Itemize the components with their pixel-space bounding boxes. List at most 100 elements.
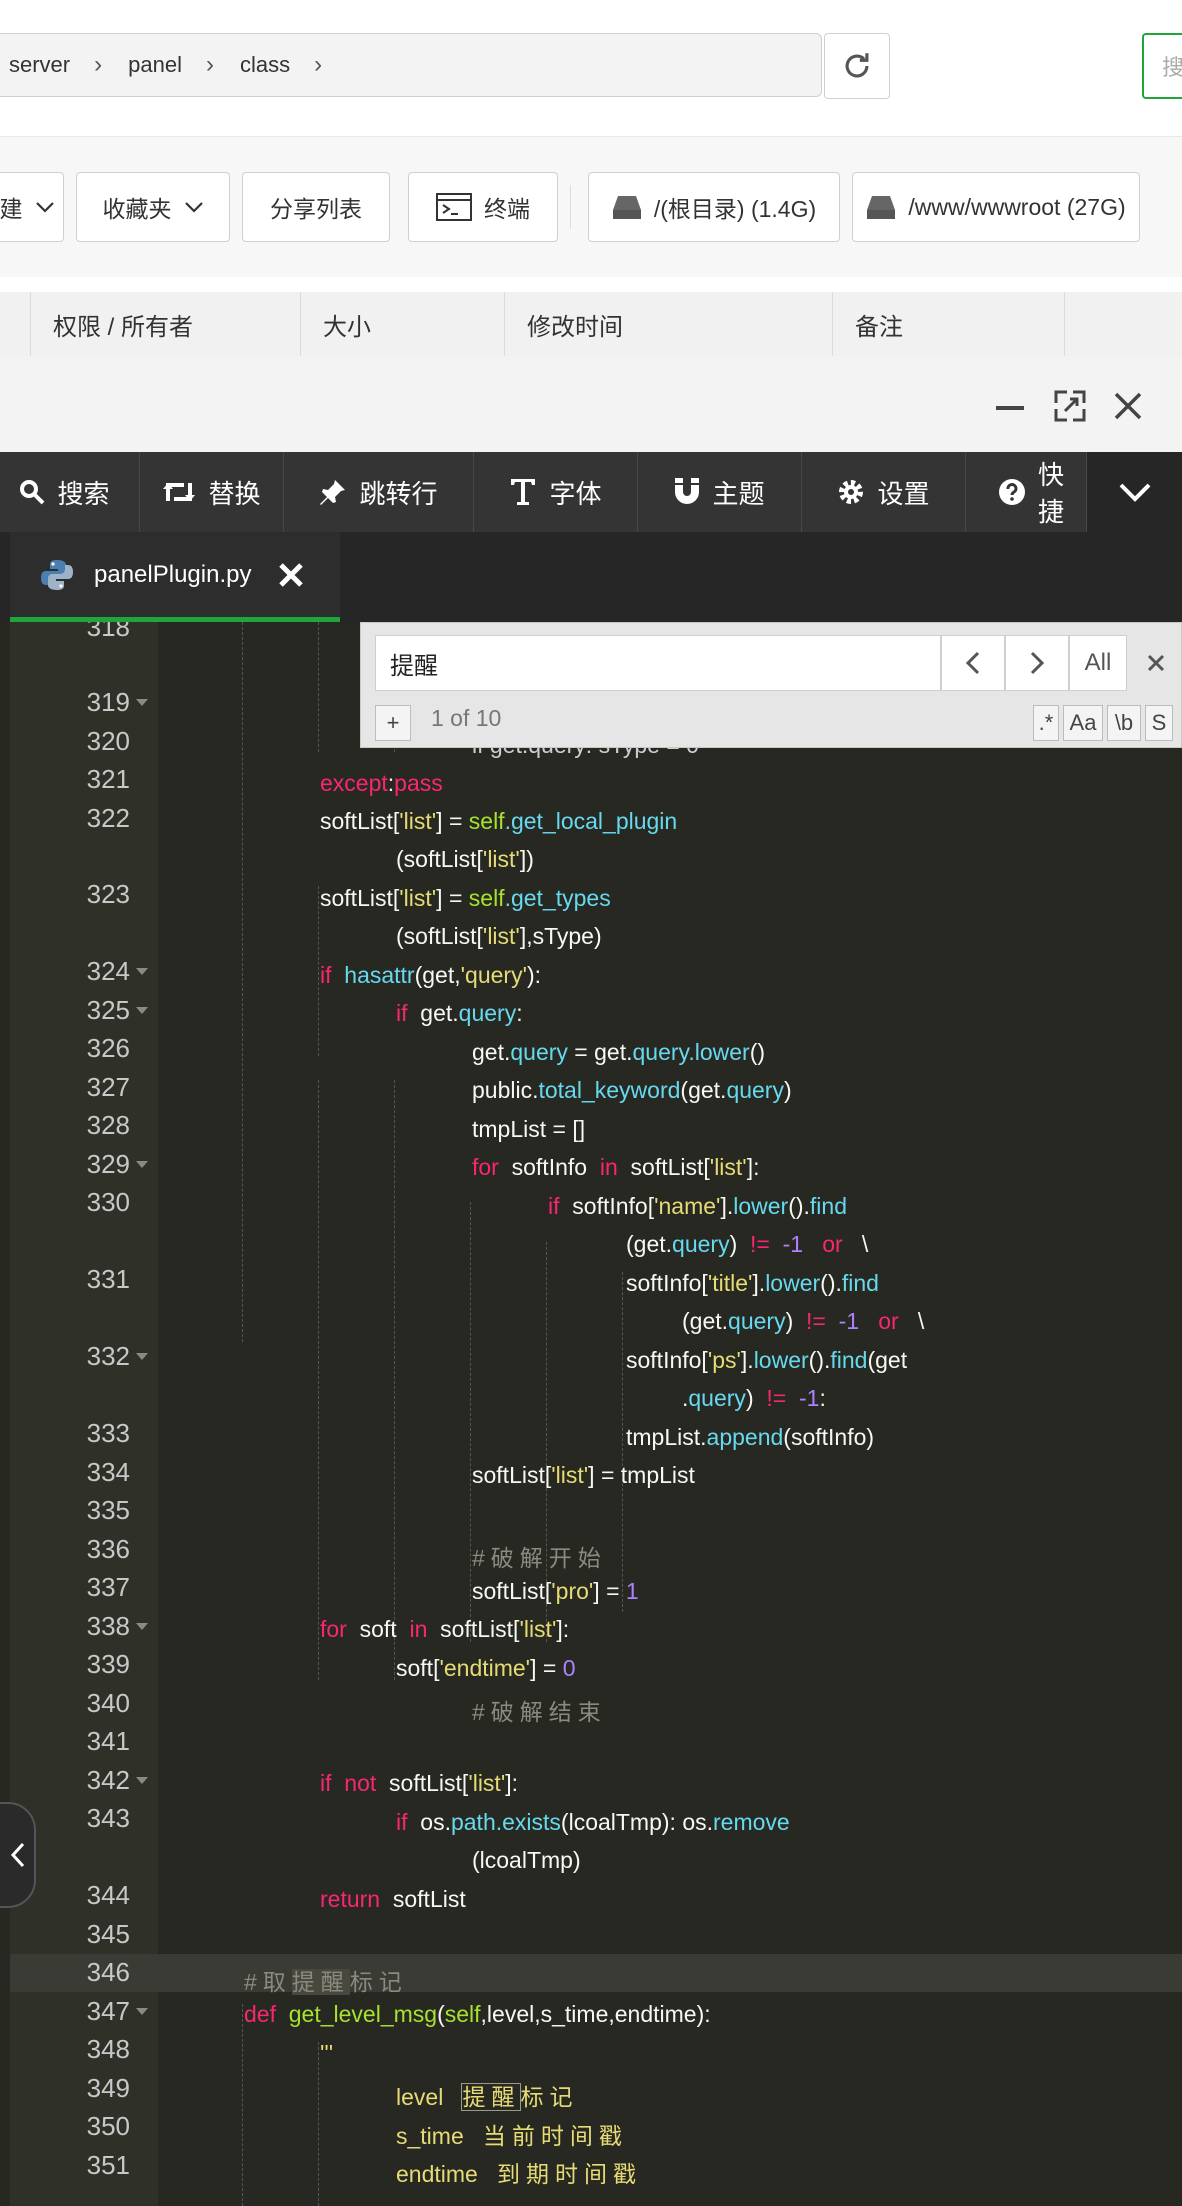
minimize-button[interactable] bbox=[992, 388, 1028, 424]
column-size[interactable]: 大小 bbox=[300, 292, 504, 356]
new-dropdown-button[interactable]: 建 bbox=[0, 172, 64, 242]
fold-arrow-icon[interactable] bbox=[136, 968, 148, 975]
shortcuts-tool-button[interactable]: 快捷 bbox=[966, 452, 1087, 532]
maximize-button[interactable] bbox=[1052, 388, 1088, 424]
code-line: ''' bbox=[320, 2040, 334, 2066]
fold-arrow-icon[interactable] bbox=[136, 1777, 148, 1784]
fold-arrow-icon[interactable] bbox=[136, 1623, 148, 1630]
line-number[interactable]: 320 bbox=[10, 726, 130, 757]
indent-guide bbox=[318, 622, 319, 752]
line-number[interactable]: 346 bbox=[10, 1957, 130, 1988]
line-number[interactable]: 332 bbox=[10, 1341, 130, 1372]
find-all-button[interactable]: All bbox=[1069, 635, 1127, 691]
search-tool-button[interactable]: 搜索 bbox=[0, 452, 140, 532]
line-number[interactable]: 331 bbox=[10, 1264, 130, 1295]
code-line: (get.query) != -1 or \ bbox=[682, 1308, 925, 1334]
line-number[interactable]: 337 bbox=[10, 1572, 130, 1603]
favorites-button[interactable]: 收藏夹 bbox=[76, 172, 230, 242]
line-number[interactable]: 323 bbox=[10, 879, 130, 910]
toggle-replace-button[interactable]: + bbox=[375, 705, 411, 741]
case-sensitive-toggle[interactable]: Aa bbox=[1063, 705, 1103, 741]
line-number[interactable]: 333 bbox=[10, 1418, 130, 1449]
line-number[interactable]: 335 bbox=[10, 1495, 130, 1526]
line-number[interactable]: 348 bbox=[10, 2034, 130, 2065]
line-number[interactable]: 340 bbox=[10, 1688, 130, 1719]
fold-arrow-icon[interactable] bbox=[136, 1007, 148, 1014]
line-number[interactable]: 339 bbox=[10, 1649, 130, 1680]
code-line: tmpList.append(softInfo) bbox=[626, 1424, 875, 1450]
terminal-icon bbox=[436, 193, 472, 221]
line-number[interactable]: 330 bbox=[10, 1187, 130, 1218]
search-in-selection-toggle[interactable]: S bbox=[1145, 705, 1173, 741]
code-line: except:pass bbox=[320, 770, 443, 796]
line-number[interactable]: 319 bbox=[10, 687, 130, 718]
share-list-button[interactable]: 分享列表 bbox=[242, 172, 390, 242]
line-number[interactable]: 328 bbox=[10, 1110, 130, 1141]
settings-tool-button[interactable]: 设置 bbox=[802, 452, 966, 532]
code-editor[interactable]: 318 319 320 321 322 323 324 325 326 327 … bbox=[0, 622, 1182, 2206]
line-number[interactable]: 341 bbox=[10, 1726, 130, 1757]
close-window-button[interactable] bbox=[1110, 388, 1146, 424]
line-number[interactable]: 345 bbox=[10, 1919, 130, 1950]
line-number[interactable]: 329 bbox=[10, 1149, 130, 1180]
close-tab-icon[interactable] bbox=[277, 561, 305, 589]
line-number[interactable]: 336 bbox=[10, 1534, 130, 1565]
line-number[interactable]: 349 bbox=[10, 2073, 130, 2104]
file-tab[interactable]: panelPlugin.py bbox=[10, 532, 340, 622]
toolbar-expand-button[interactable] bbox=[1087, 452, 1182, 532]
fold-arrow-icon[interactable] bbox=[136, 1161, 148, 1168]
address-bar[interactable]: server › panel › class › bbox=[0, 33, 822, 97]
code-line: softInfo['title'].lower().find bbox=[626, 1270, 879, 1296]
line-number[interactable]: 351 bbox=[10, 2150, 130, 2181]
find-result-count: 1 of 10 bbox=[431, 705, 502, 731]
line-number[interactable]: 326 bbox=[10, 1033, 130, 1064]
line-number[interactable]: 324 bbox=[10, 956, 130, 987]
line-number[interactable]: 321 bbox=[10, 764, 130, 795]
line-number[interactable]: 325 bbox=[10, 995, 130, 1026]
find-next-button[interactable] bbox=[1005, 635, 1069, 691]
pin-icon bbox=[320, 480, 346, 505]
terminal-button[interactable]: 终端 bbox=[408, 172, 558, 242]
fold-arrow-icon[interactable] bbox=[136, 2008, 148, 2015]
code-line: (softList['list'],sType) bbox=[396, 923, 602, 949]
code-line: endtime 到期时间戳 bbox=[396, 2161, 642, 2187]
breadcrumb-panel[interactable]: panel › bbox=[128, 51, 240, 79]
line-number[interactable]: 327 bbox=[10, 1072, 130, 1103]
column-modified[interactable]: 修改时间 bbox=[504, 292, 832, 356]
code-line: softInfo['ps'].lower().find(get bbox=[626, 1347, 908, 1373]
code-line: (softList['list']) bbox=[396, 846, 534, 872]
code-line: for softInfo in softList['list']: bbox=[472, 1154, 760, 1180]
fold-arrow-icon[interactable] bbox=[136, 1353, 148, 1360]
close-find-button[interactable] bbox=[1141, 635, 1171, 691]
line-number[interactable]: 322 bbox=[10, 803, 130, 834]
chevron-right-icon bbox=[1030, 651, 1045, 675]
theme-tool-button[interactable]: 主题 bbox=[638, 452, 802, 532]
sidebar-toggle-button[interactable] bbox=[0, 1802, 36, 1908]
font-tool-button[interactable]: 字体 bbox=[474, 452, 638, 532]
refresh-button[interactable] bbox=[824, 33, 890, 99]
chevron-down-icon bbox=[184, 202, 203, 213]
line-number[interactable]: 350 bbox=[10, 2111, 130, 2142]
whole-word-toggle[interactable]: \b bbox=[1107, 705, 1141, 741]
find-input[interactable]: 提醒 bbox=[375, 635, 941, 691]
find-previous-button[interactable] bbox=[941, 635, 1005, 691]
file-search-input[interactable]: 搜 bbox=[1142, 33, 1182, 99]
line-number[interactable]: 338 bbox=[10, 1611, 130, 1642]
replace-tool-button[interactable]: 替换 bbox=[140, 452, 284, 532]
column-note[interactable]: 备注 bbox=[832, 292, 1064, 356]
line-number[interactable]: 342 bbox=[10, 1765, 130, 1796]
breadcrumb-server[interactable]: server › bbox=[9, 51, 128, 79]
disk-root-button[interactable]: /(根目录) (1.4G) bbox=[588, 172, 840, 242]
column-permission[interactable]: 权限 / 所有者 bbox=[30, 292, 300, 356]
chevron-down-icon bbox=[35, 202, 54, 213]
line-number[interactable]: 347 bbox=[10, 1996, 130, 2027]
breadcrumb-class[interactable]: class › bbox=[240, 51, 348, 79]
line-number[interactable]: 334 bbox=[10, 1457, 130, 1488]
fold-arrow-icon[interactable] bbox=[136, 699, 148, 706]
regex-toggle[interactable]: .* bbox=[1033, 705, 1059, 741]
disk-www-button[interactable]: /www/wwwroot (27G) bbox=[852, 172, 1140, 242]
indent-guide bbox=[242, 622, 243, 1342]
line-number[interactable]: 318 bbox=[10, 622, 130, 643]
goto-line-button[interactable]: 跳转行 bbox=[284, 452, 474, 532]
indent-guide bbox=[622, 1272, 623, 1612]
